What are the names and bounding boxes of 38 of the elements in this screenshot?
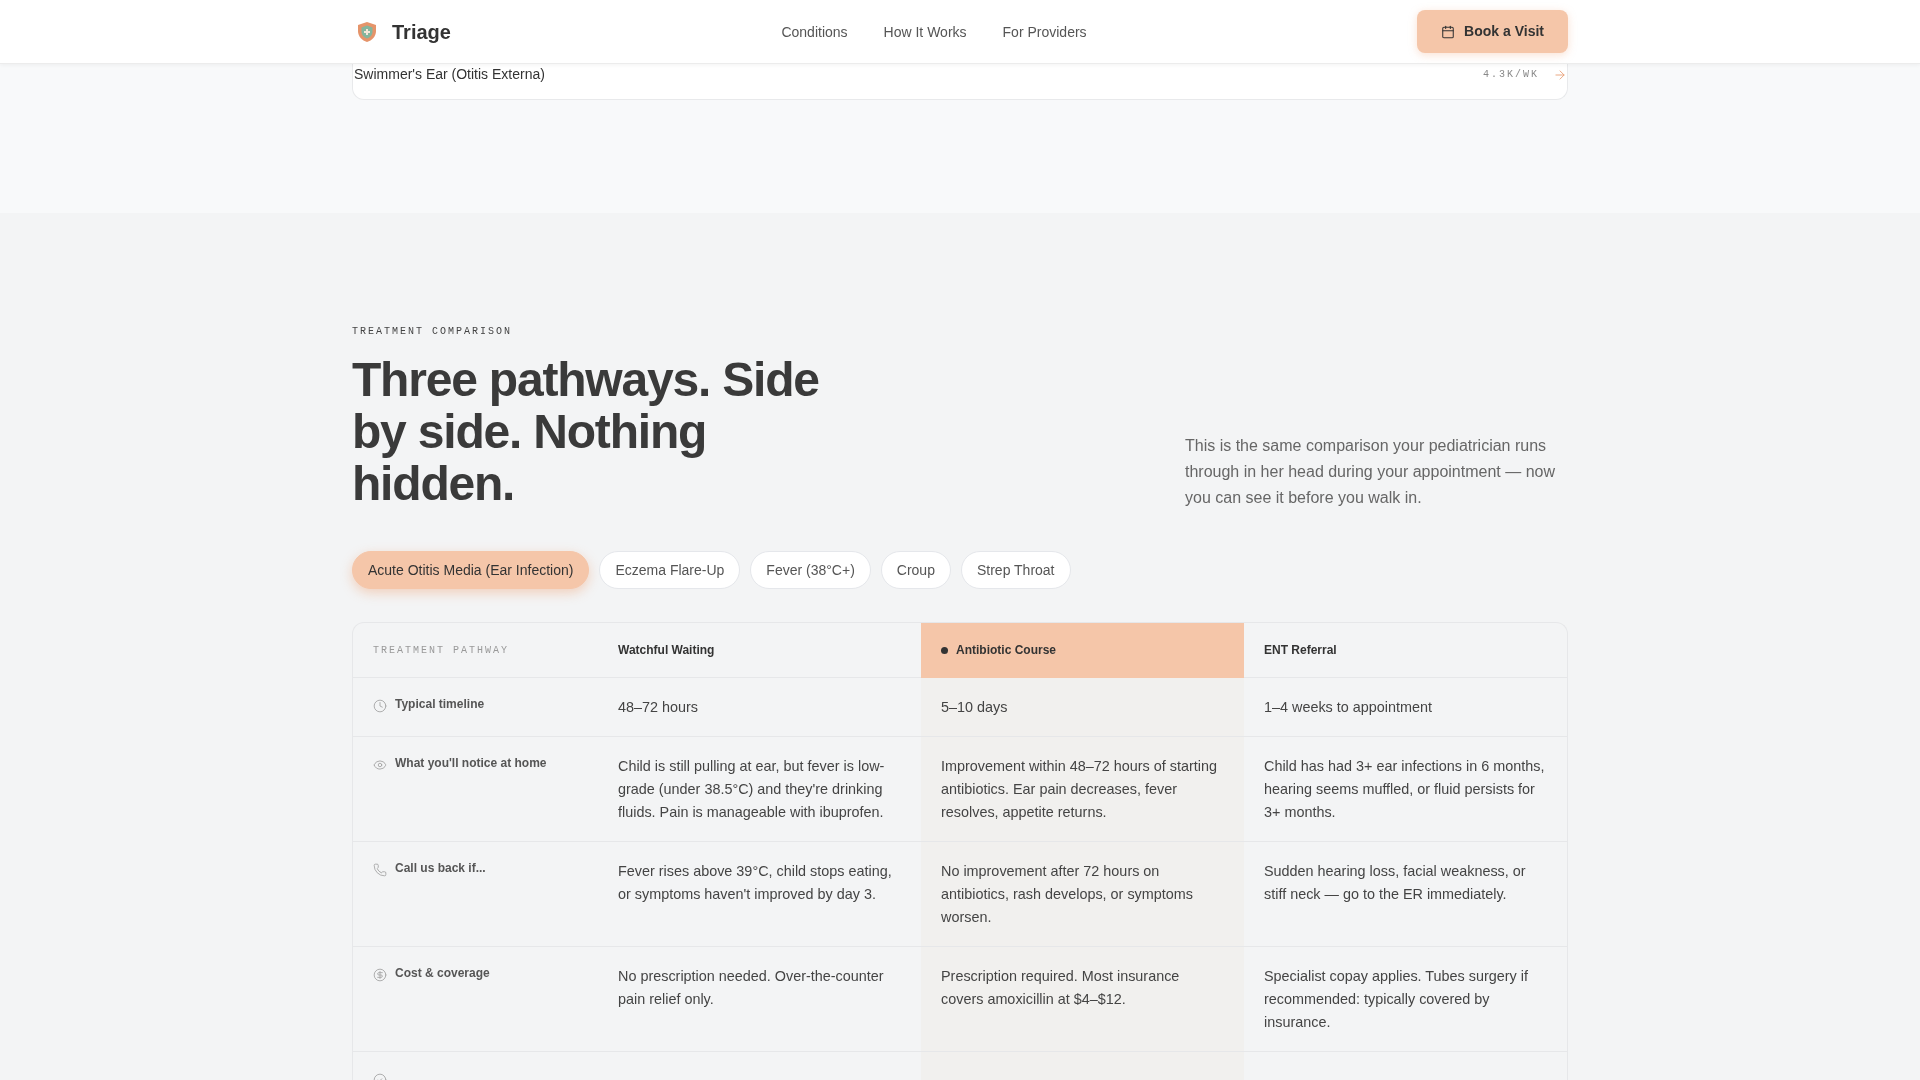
table-cell: No improvement after 72 hours on antibiotics, rash develops, or symptoms worsen. bbox=[921, 842, 1244, 947]
table-cell: Sudden hearing loss, facial weakness, or stiff neck — go to the ER immediately. bbox=[1244, 842, 1567, 947]
corner-heading: TREATMENT PATHWAY bbox=[373, 644, 511, 658]
criterion-label: Call us back if... bbox=[395, 860, 486, 876]
shield-logo-icon bbox=[358, 21, 376, 42]
weekly-rate: 4.3K/WK bbox=[1483, 68, 1539, 82]
condition-tab[interactable]: Fever (38°C+) bbox=[750, 551, 871, 589]
table-cell: Improvement within 48–72 hours of starting antibiotics. Ear pain decreases, fever resolves, appetite returns. bbox=[921, 737, 1244, 842]
section-eyebrow: TREATMENT COMPARISON bbox=[352, 325, 514, 339]
nav-link[interactable]: How It Works bbox=[883, 21, 967, 42]
pathway-heading: ENT Referral bbox=[1264, 642, 1337, 659]
eye-icon bbox=[373, 758, 387, 772]
condition-tab[interactable]: Eczema Flare-Up bbox=[599, 551, 741, 589]
criterion-label: Typical timeline bbox=[395, 696, 485, 712]
phone-icon bbox=[373, 863, 387, 877]
nav-link[interactable]: For Providers bbox=[1002, 21, 1087, 42]
table-cell: Child has had 3+ ear infections in 6 months, hearing seems muffled, or fluid persists for 3+ months. bbox=[1244, 737, 1567, 842]
table-cell: 1–4 weeks to appointment bbox=[1244, 678, 1567, 737]
clock-icon bbox=[373, 699, 387, 713]
condition-tab[interactable]: Croup bbox=[880, 551, 951, 589]
calendar-icon bbox=[1441, 24, 1456, 39]
pathway-heading: Watchful Waiting bbox=[618, 642, 715, 659]
nav-link[interactable]: Conditions bbox=[781, 21, 848, 42]
brand-name: Triage bbox=[392, 19, 451, 44]
criterion-label: What you'll notice at home bbox=[395, 755, 547, 771]
table-cell: Prescription required. Most insurance covers amoxicillin at $4–$12. bbox=[921, 947, 1244, 1052]
condition-name: Swimmer's Ear (Otitis Externa) bbox=[353, 65, 545, 83]
pathway-heading: Antibiotic Course bbox=[956, 642, 1056, 659]
condition-tab[interactable]: Strep Throat bbox=[960, 551, 1071, 589]
table-cell: Specialist copay applies. Tubes surgery if recommended: typically covered by insurance. bbox=[1244, 947, 1567, 1052]
criterion-label: Cost & coverage bbox=[395, 965, 490, 981]
book-visit-button[interactable]: Book a Visit bbox=[1417, 10, 1568, 53]
condition-tab[interactable]: Acute Otitis Media (Ear Infection) bbox=[352, 551, 590, 589]
condition-card[interactable]: Swimmer's Ear (Otitis Externa) 4.3K/WK bbox=[352, 64, 1568, 100]
section-heading: Three pathways. Side by side. Nothing hidden. bbox=[352, 354, 820, 510]
section-intro: This is the same comparison your pediatrician runs through in her head during your appointment — now you can see it before you walk in. bbox=[1185, 436, 1556, 508]
table-cell: 5–10 days bbox=[921, 678, 1244, 737]
dollar-circle-icon bbox=[373, 968, 387, 982]
